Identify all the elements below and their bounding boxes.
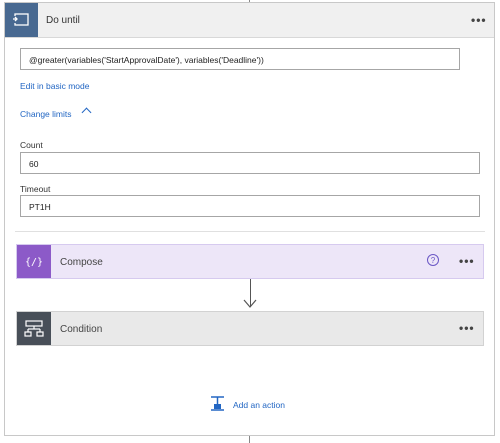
- compose-icon: {/}: [17, 245, 51, 278]
- do-until-container: Do until ••• @greater(variables('StartAp…: [4, 2, 495, 436]
- connector-line-bottom: [249, 436, 250, 443]
- count-input[interactable]: 60: [20, 152, 480, 174]
- do-until-more-icon[interactable]: •••: [471, 14, 487, 26]
- change-limits-link[interactable]: Change limits: [20, 109, 72, 119]
- condition-action-card[interactable]: Condition •••: [16, 311, 484, 346]
- loop-icon: [5, 3, 38, 37]
- add-an-action-label: Add an action: [233, 400, 285, 410]
- do-until-header[interactable]: Do until •••: [5, 3, 494, 38]
- do-until-title: Do until: [46, 15, 80, 26]
- condition-more-icon[interactable]: •••: [459, 322, 475, 334]
- section-divider: [15, 231, 485, 232]
- compose-title: Compose: [60, 257, 103, 268]
- edit-in-basic-mode-link[interactable]: Edit in basic mode: [20, 81, 89, 91]
- condition-expression-field[interactable]: @greater(variables('StartApprovalDate'),…: [20, 48, 460, 70]
- compose-action-card[interactable]: {/} Compose ? •••: [16, 244, 484, 279]
- help-icon[interactable]: ?: [427, 254, 439, 266]
- timeout-label: Timeout: [20, 184, 51, 194]
- add-action-icon: [211, 396, 224, 411]
- arrow-down-icon: [243, 299, 257, 308]
- compose-more-icon[interactable]: •••: [459, 255, 475, 267]
- svg-text:{/}: {/}: [25, 257, 43, 268]
- count-label: Count: [20, 140, 43, 150]
- chevron-up-icon[interactable]: [81, 107, 92, 118]
- condition-icon: [17, 312, 51, 345]
- timeout-input[interactable]: PT1H: [20, 195, 480, 217]
- condition-title: Condition: [60, 324, 103, 335]
